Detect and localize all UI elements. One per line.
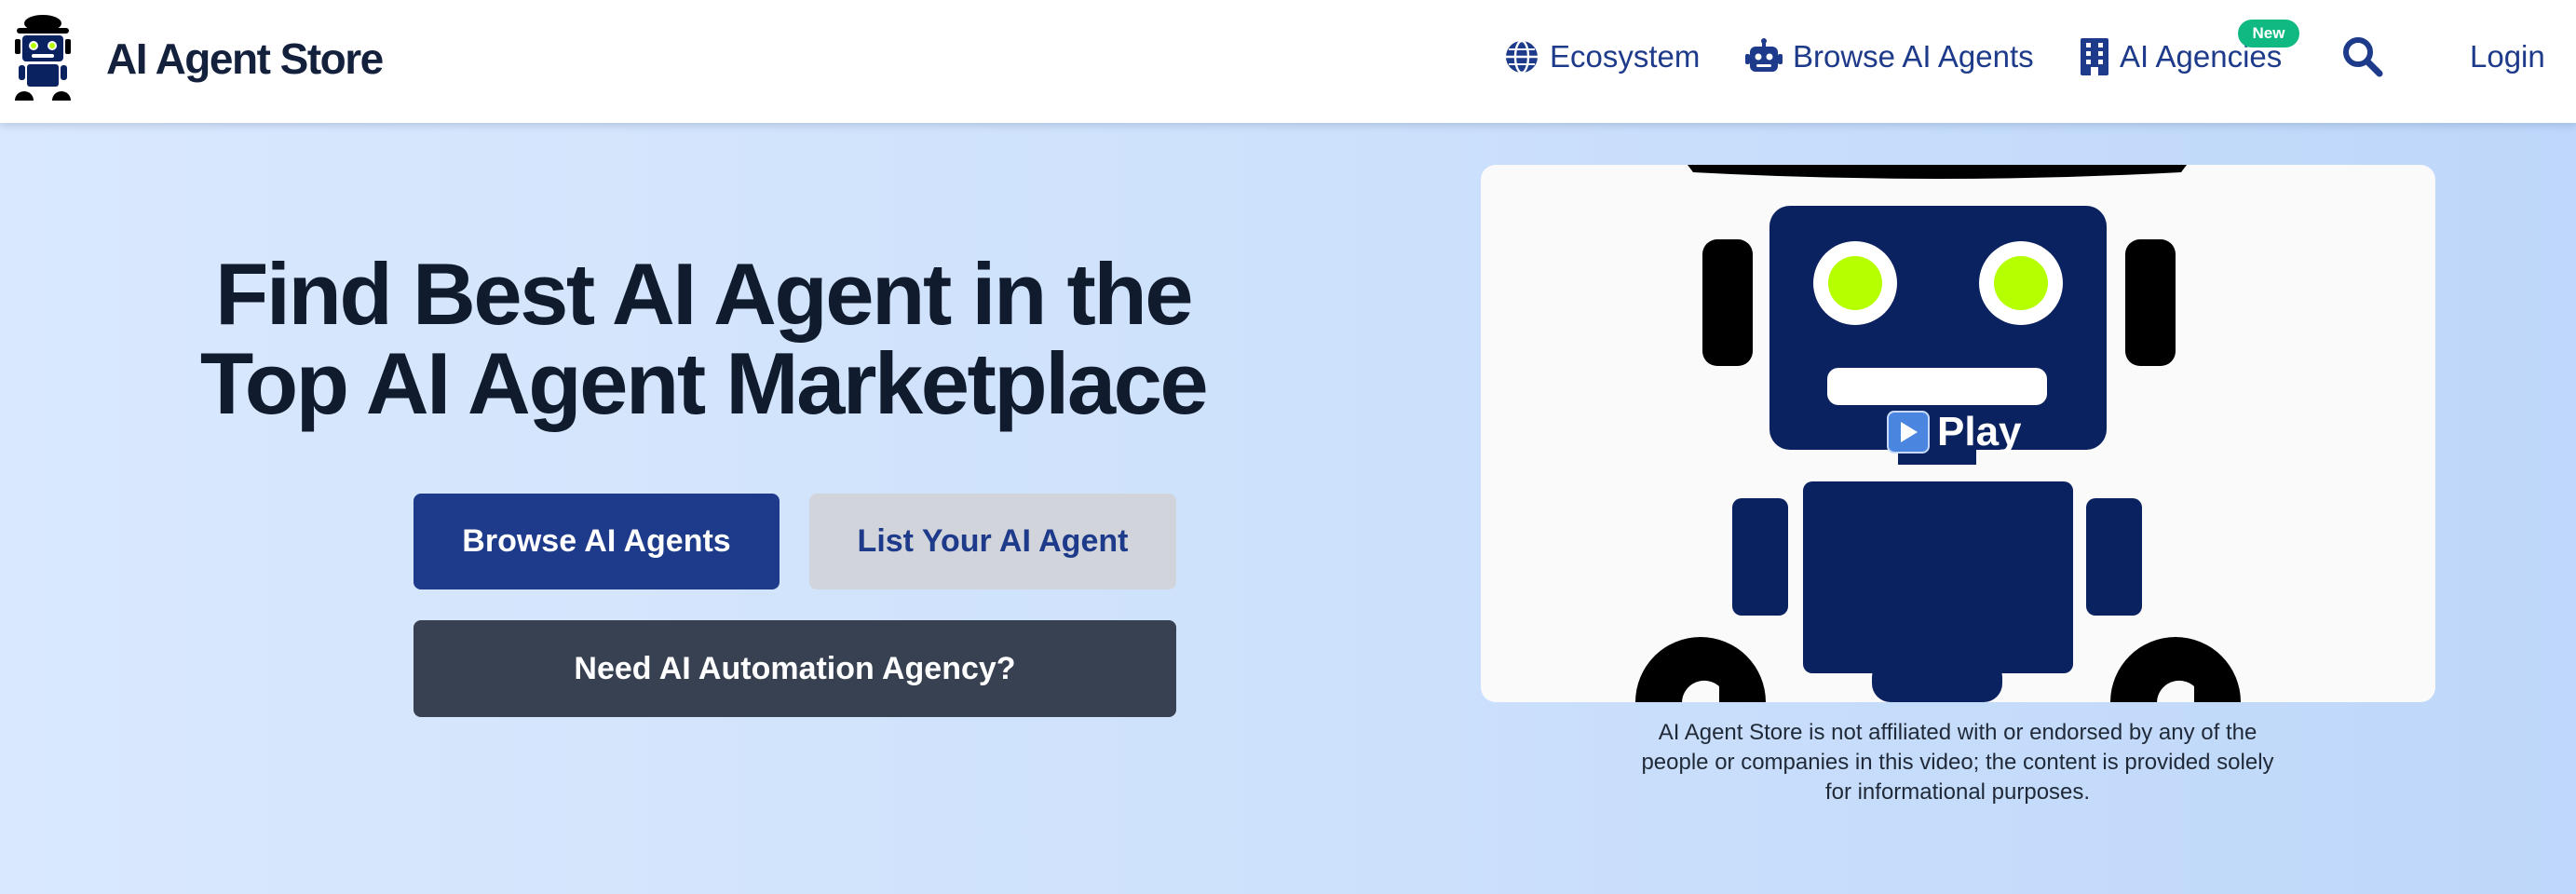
nav-browse-ai-agents[interactable]: Browse AI Agents <box>1744 34 2034 80</box>
globe-icon <box>1506 39 1538 74</box>
hero-title-line-2: Top AI Agent Marketplace <box>199 334 1209 432</box>
list-your-ai-agent-button[interactable]: List Your AI Agent <box>809 494 1176 589</box>
play-button[interactable]: Play <box>1887 408 2022 456</box>
play-label: Play <box>1937 409 2022 454</box>
video-disclaimer: AI Agent Store is not affiliated with or… <box>1641 720 2274 805</box>
video-player[interactable]: Play <box>1481 165 2435 702</box>
search-icon <box>2343 37 2383 77</box>
hero-title: Find Best AI Agent in the Top AI Agent M… <box>186 250 1220 428</box>
robot-icon <box>1745 38 1783 72</box>
top-navbar: AI Agent Store Ecosystem Browse AI Agent… <box>0 0 2576 123</box>
need-ai-automation-agency-button[interactable]: Need AI Automation Agency? <box>414 620 1176 717</box>
play-icon <box>1887 411 1930 454</box>
brand-title: AI Agent Store <box>106 34 384 83</box>
robot-logo-icon <box>15 15 71 101</box>
hero-title-line-1: Find Best AI Agent in the <box>214 245 1194 343</box>
brand-link[interactable]: AI Agent Store <box>11 11 384 101</box>
login-link[interactable]: Login <box>2470 34 2545 80</box>
nav-ecosystem-label: Ecosystem <box>1550 39 1701 74</box>
search-button[interactable] <box>2341 35 2384 78</box>
nav-browse-label: Browse AI Agents <box>1793 39 2034 74</box>
building-icon <box>2081 38 2108 75</box>
nav-ecosystem[interactable]: Ecosystem <box>1503 34 1700 80</box>
browse-ai-agents-button[interactable]: Browse AI Agents <box>414 494 780 589</box>
new-badge: New <box>2238 20 2299 47</box>
